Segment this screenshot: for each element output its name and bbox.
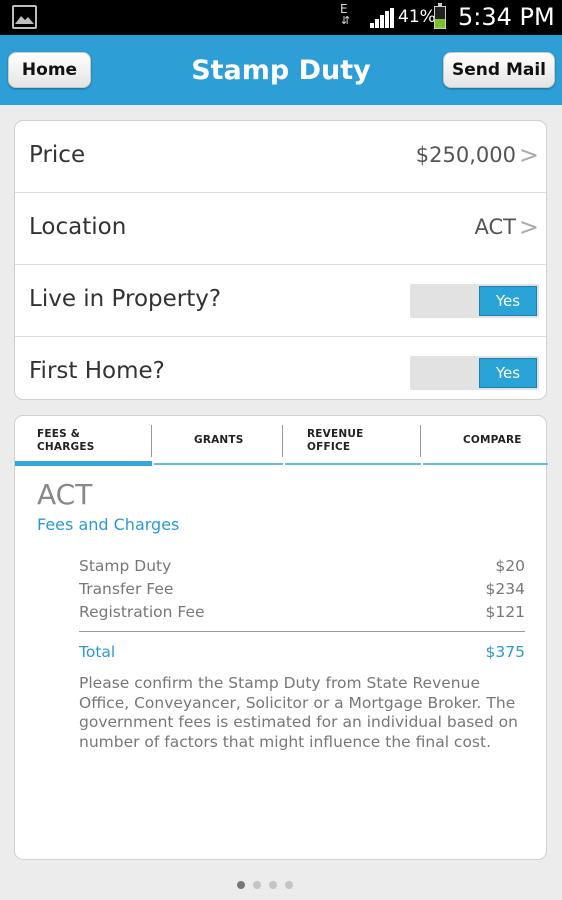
app-header: Home Stamp Duty Send Mail: [0, 35, 562, 105]
fee-amount: $20: [495, 557, 525, 575]
fee-name: Transfer Fee: [79, 580, 174, 598]
chevron-right-icon: >: [518, 213, 539, 241]
total-amount: $375: [485, 643, 525, 661]
fee-amount: $121: [485, 603, 525, 621]
tab-underline: [423, 463, 548, 465]
fees-info-card: FEES & CHARGES GRANTS REVENUE OFFICE COM…: [14, 415, 548, 860]
region-heading: ACT: [37, 478, 93, 511]
toggle-knob: Yes: [479, 358, 537, 388]
tab-label: COMPARE: [463, 434, 522, 446]
tab-label: FEES & CHARGES: [37, 428, 94, 454]
live-in-property-toggle[interactable]: Yes: [410, 284, 539, 318]
tab-revenue-office[interactable]: REVENUE OFFICE: [285, 416, 421, 465]
fee-row: Stamp Duty $20: [79, 557, 525, 580]
price-label: Price: [29, 142, 86, 168]
first-home-row: First Home? Yes: [15, 337, 546, 407]
tab-underline: [154, 463, 283, 465]
tab-label-line2: OFFICE: [307, 441, 351, 453]
tab-label-line1: REVENUE: [307, 428, 364, 440]
fee-row: Transfer Fee $234: [79, 580, 525, 603]
fee-name: Registration Fee: [79, 603, 205, 621]
info-tabs: FEES & CHARGES GRANTS REVENUE OFFICE COM…: [15, 416, 548, 466]
first-home-label: First Home?: [29, 358, 165, 384]
data-activity-icon: ⇵: [341, 14, 351, 27]
location-label: Location: [29, 214, 127, 240]
tab-divider: [282, 425, 283, 457]
page-dot: [253, 881, 261, 889]
page-indicator[interactable]: [237, 874, 301, 889]
total-row: Total $375: [79, 643, 525, 667]
tab-grants[interactable]: GRANTS: [154, 416, 283, 465]
status-bar: E ⇵ 41% 5:34 PM: [0, 0, 562, 35]
tab-divider: [420, 425, 421, 457]
chevron-right-icon: >: [518, 141, 539, 169]
send-mail-button[interactable]: Send Mail: [443, 52, 555, 88]
tab-underline: [15, 461, 152, 466]
section-subtitle: Fees and Charges: [37, 515, 180, 534]
live-in-property-row: Live in Property? Yes: [15, 265, 546, 337]
first-home-toggle[interactable]: Yes: [410, 356, 539, 390]
tab-label: REVENUE OFFICE: [307, 428, 363, 454]
network-type-indicator: E ⇵: [340, 3, 350, 27]
location-row[interactable]: Location ACT >: [15, 193, 546, 265]
tab-label-line1: FEES &: [37, 428, 81, 440]
tab-label: GRANTS: [194, 434, 244, 446]
tab-divider: [151, 425, 152, 457]
price-value: $250,000: [415, 143, 516, 167]
fee-amount: $234: [485, 580, 525, 598]
tab-underline: [285, 463, 421, 465]
live-in-property-label: Live in Property?: [29, 286, 222, 312]
page-dot: [237, 881, 245, 889]
page-dot: [269, 881, 277, 889]
gallery-notification-icon: [12, 5, 37, 29]
battery-level-fill: [435, 19, 445, 28]
fees-list: Stamp Duty $20 Transfer Fee $234 Registr…: [79, 557, 525, 667]
tab-compare[interactable]: COMPARE: [423, 416, 548, 465]
battery-icon: [434, 3, 446, 29]
tab-label-line2: CHARGES: [37, 441, 95, 453]
location-value: ACT: [474, 215, 517, 239]
fees-divider: [79, 631, 525, 632]
total-label: Total: [79, 643, 116, 661]
toggle-knob: Yes: [479, 286, 537, 316]
fee-name: Stamp Duty: [79, 557, 172, 575]
signal-strength-icon: [370, 8, 394, 32]
fee-row: Registration Fee $121: [79, 603, 525, 626]
disclaimer-note: Please confirm the Stamp Duty from State…: [79, 674, 518, 751]
settings-card: Price $250,000 > Location ACT > Live in …: [14, 120, 547, 400]
price-row[interactable]: Price $250,000 >: [15, 121, 546, 193]
page-dot: [285, 881, 293, 889]
battery-percent: 41%: [398, 7, 436, 27]
status-clock: 5:34 PM: [458, 3, 555, 31]
tab-fees-charges[interactable]: FEES & CHARGES: [15, 416, 152, 466]
